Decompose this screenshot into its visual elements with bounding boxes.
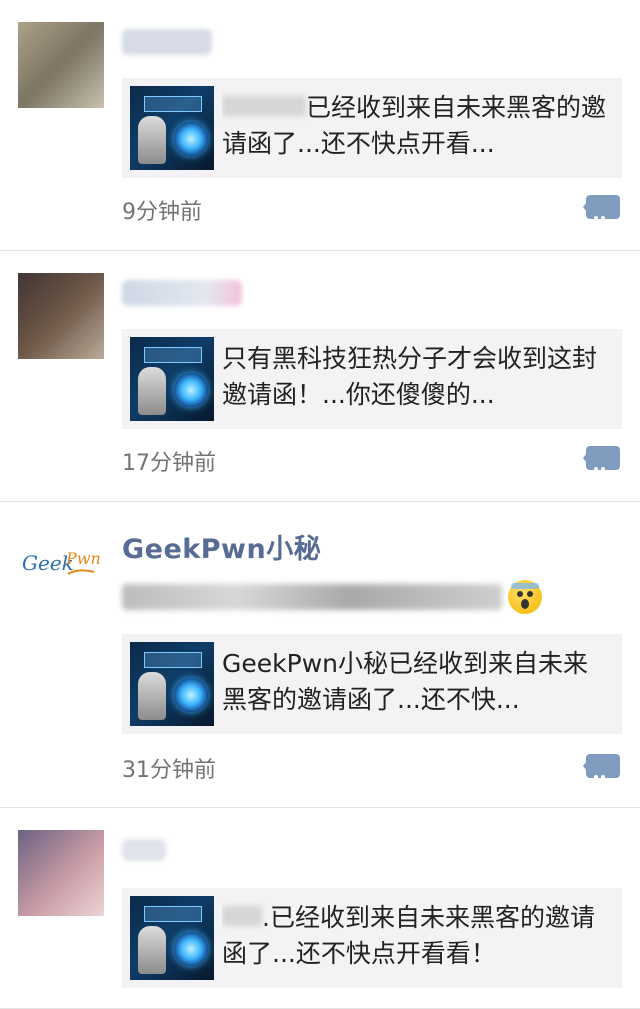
moment-post: .已经收到来自未来黑客的邀请函了...还不快点开看看！: [0, 808, 640, 1009]
scared-face-emoji-icon: [508, 580, 542, 614]
avatar[interactable]: [18, 273, 104, 359]
invitation-thumbnail: [130, 642, 214, 726]
shared-link-card[interactable]: .已经收到来自未来黑客的邀请函了...还不快点开看看！: [122, 888, 622, 988]
blurred-name: [122, 29, 212, 55]
username[interactable]: [122, 834, 166, 866]
comment-icon[interactable]: [583, 446, 620, 490]
comment-icon[interactable]: [583, 195, 620, 239]
invitation-thumbnail: [130, 337, 214, 421]
status-text: [122, 584, 502, 610]
moment-post: Geek Pwn GeekPwn小秘 GeekPwn小秘已经收到来自未来黑客的邀…: [0, 502, 640, 808]
timestamp: 9分钟前: [122, 200, 202, 225]
shared-link-card[interactable]: 已经收到来自未来黑客的邀请函了...还不快点开看...: [122, 78, 622, 178]
moment-post: 只有黑科技狂热分子才会收到这封邀请函！...你还傻傻的... 17分钟前: [0, 251, 640, 502]
card-title: .已经收到来自未来黑客的邀请函了...还不快点开看看！: [222, 903, 595, 968]
comment-icon[interactable]: [583, 754, 620, 798]
svg-text:Pwn: Pwn: [65, 549, 101, 568]
username[interactable]: GeekPwn小秘: [122, 534, 321, 566]
timestamp: 17分钟前: [122, 451, 216, 476]
card-title: GeekPwn小秘已经收到来自未来黑客的邀请函了...还不快...: [222, 649, 588, 714]
geekpwn-logo-icon[interactable]: Geek Pwn: [18, 534, 108, 594]
username[interactable]: [122, 26, 212, 58]
blurred-name: [122, 839, 166, 861]
shared-link-card[interactable]: 只有黑科技狂热分子才会收到这封邀请函！...你还傻傻的...: [122, 329, 622, 429]
timestamp: 31分钟前: [122, 758, 216, 783]
avatar[interactable]: [18, 830, 104, 916]
blurred-name: [122, 280, 242, 306]
username[interactable]: [122, 277, 242, 309]
shared-link-card[interactable]: GeekPwn小秘已经收到来自未来黑客的邀请函了...还不快...: [122, 634, 622, 734]
card-title: 已经收到来自未来黑客的邀请函了...还不快点开看...: [222, 93, 607, 158]
avatar[interactable]: [18, 22, 104, 108]
card-title: 只有黑科技狂热分子才会收到这封邀请函！...你还傻傻的...: [222, 344, 598, 409]
invitation-thumbnail: [130, 86, 214, 170]
moment-post: 已经收到来自未来黑客的邀请函了...还不快点开看... 9分钟前: [0, 0, 640, 251]
invitation-thumbnail: [130, 896, 214, 980]
